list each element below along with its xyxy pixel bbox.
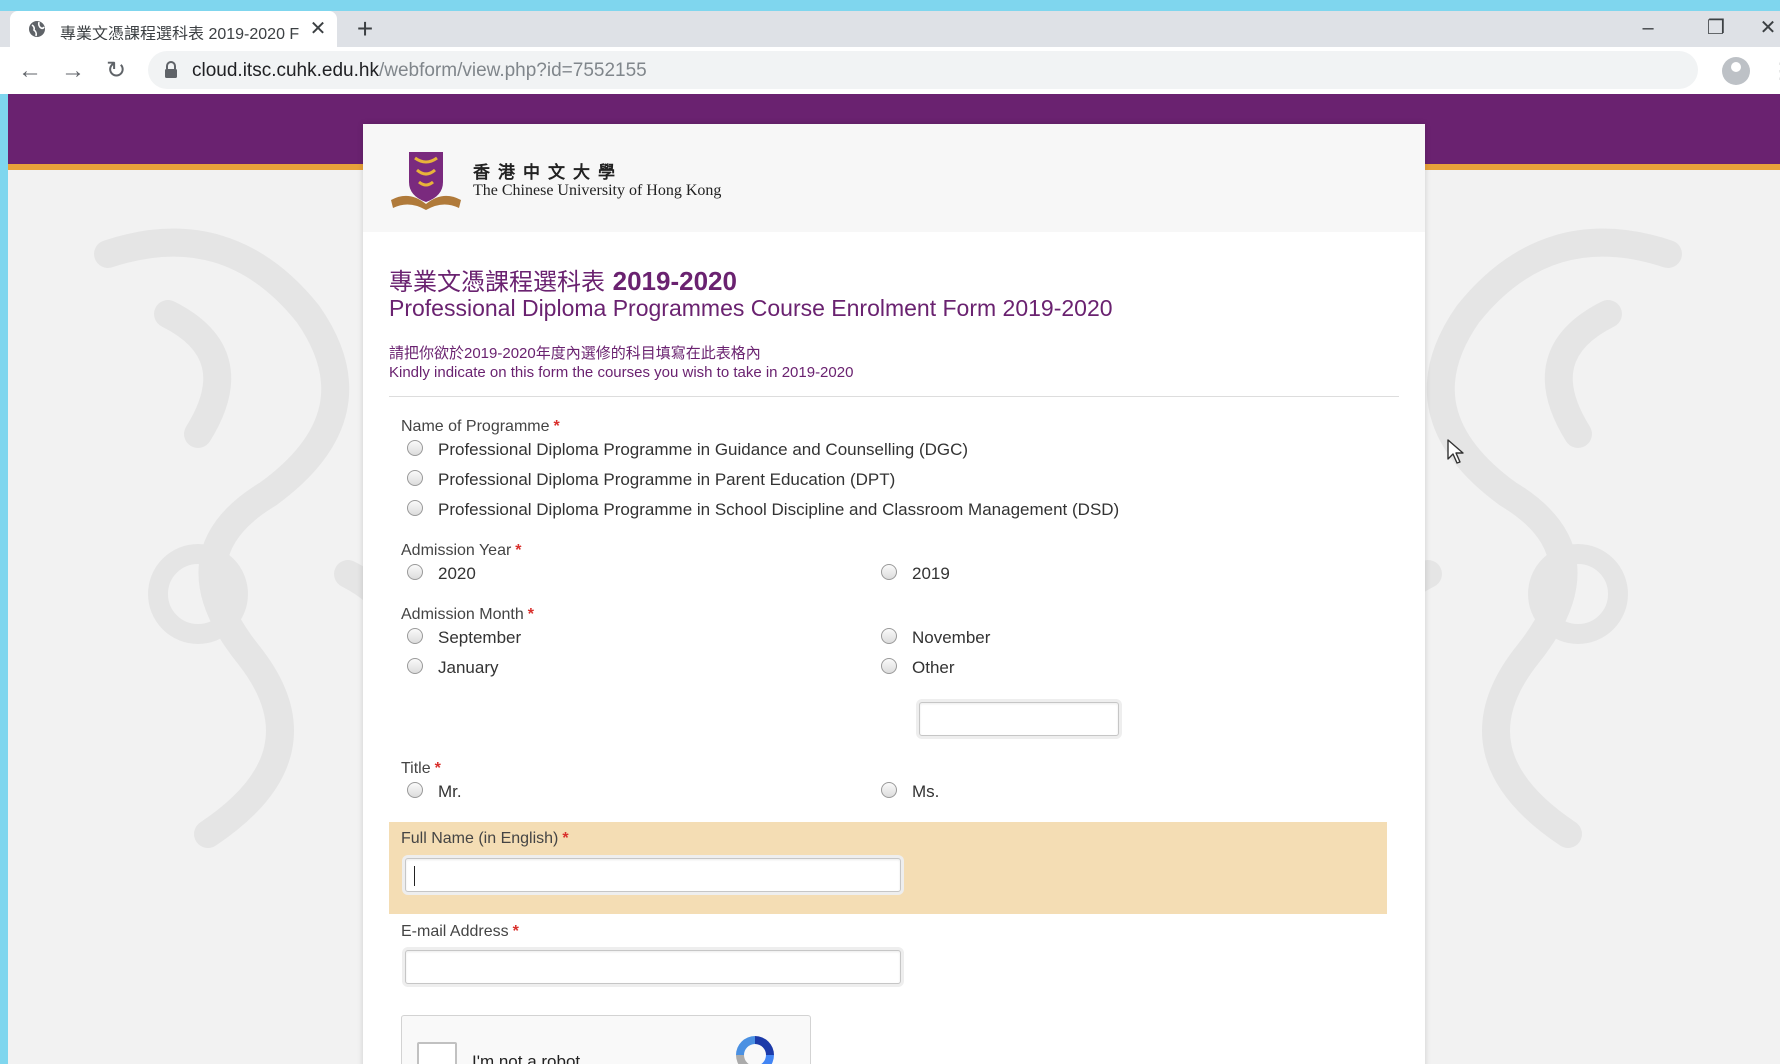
minimize-icon[interactable]: –	[1628, 13, 1668, 43]
lock-icon	[165, 61, 177, 78]
option-label: Professional Diploma Programme in Guidan…	[438, 440, 969, 459]
option-label: November	[912, 628, 991, 647]
full-name-label-text: Full Name (in English)	[401, 830, 559, 847]
cuhk-crest-icon	[391, 152, 461, 210]
admission-year-label-text: Admission Year	[401, 542, 512, 559]
profile-icon[interactable]	[1722, 57, 1750, 85]
university-name-en: The Chinese University of Hong Kong	[473, 182, 722, 199]
university-name-zh: 香港中文大學	[473, 163, 623, 183]
mouse-cursor-icon	[1447, 439, 1464, 464]
form-title-zh: 專業文憑課程選科表 2019-2020	[389, 262, 737, 297]
option-label: 2020	[438, 564, 476, 583]
radio-button[interactable]	[407, 782, 423, 798]
form-title-year: 2019-2020	[612, 266, 737, 296]
email-label-text: E-mail Address	[401, 923, 509, 940]
recaptcha-checkbox[interactable]	[417, 1042, 457, 1064]
tab-title: 專業文憑課程選科表 2019-2020 F	[60, 26, 300, 40]
radio-button[interactable]	[407, 658, 423, 674]
radio-button[interactable]	[881, 628, 897, 644]
title-option-ms[interactable]: Ms.	[881, 782, 939, 804]
new-tab-button[interactable]: +	[352, 15, 378, 43]
admission-month-label-text: Admission Month	[401, 606, 524, 623]
menu-icon[interactable]: ⋮	[1770, 57, 1780, 85]
month-option-other[interactable]: Other	[881, 658, 955, 680]
email-label: E-mail Address *	[401, 923, 519, 941]
year-option-2020[interactable]: 2020	[407, 564, 476, 586]
recaptcha-widget: I'm not a robot	[401, 1015, 811, 1064]
required-mark: *	[562, 830, 569, 847]
text-caret	[414, 866, 415, 886]
option-label: Other	[912, 658, 955, 677]
full-name-input[interactable]	[405, 858, 901, 892]
recaptcha-logo-icon	[736, 1036, 774, 1064]
url-path: /webform/view.php?id=7552155	[378, 60, 647, 81]
required-mark: *	[553, 418, 560, 435]
programme-option-dsd[interactable]: Professional Diploma Programme in School…	[407, 500, 1119, 522]
page-viewport: 香港中文大學 The Chinese University of Hong Ko…	[8, 94, 1780, 1064]
required-mark: *	[527, 606, 534, 623]
reload-icon[interactable]: ↻	[102, 57, 130, 85]
radio-button[interactable]	[881, 564, 897, 580]
globe-icon	[29, 21, 45, 37]
title-label-text: Title	[401, 760, 431, 777]
recaptcha-label: I'm not a robot	[472, 1052, 581, 1064]
month-other-input[interactable]	[919, 702, 1119, 736]
option-label: January	[438, 658, 499, 677]
programme-label-text: Name of Programme	[401, 418, 550, 435]
option-label: Professional Diploma Programme in Parent…	[438, 470, 896, 489]
programme-option-dpt[interactable]: Professional Diploma Programme in Parent…	[407, 470, 895, 492]
instruction-en: Kindly indicate on this form the courses…	[389, 364, 854, 381]
full-name-label: Full Name (in English) *	[401, 830, 569, 848]
radio-button[interactable]	[407, 500, 423, 516]
radio-button[interactable]	[881, 782, 897, 798]
form-card: 香港中文大學 The Chinese University of Hong Ko…	[363, 124, 1425, 1064]
browser-tab[interactable]: 專業文憑課程選科表 2019-2020 F ✕	[10, 11, 337, 47]
option-label: 2019	[912, 564, 950, 583]
admission-month-label: Admission Month *	[401, 606, 534, 624]
radio-button[interactable]	[407, 564, 423, 580]
browser-toolbar: ← → ↻ cloud.itsc.cuhk.edu.hk/webform/vie…	[0, 47, 1780, 94]
option-label: Professional Diploma Programme in School…	[438, 500, 1120, 519]
radio-button[interactable]	[407, 628, 423, 644]
radio-button[interactable]	[407, 440, 423, 456]
month-option-january[interactable]: January	[407, 658, 498, 680]
instruction-zh: 請把你欲於2019-2020年度內選修的科目填寫在此表格內	[389, 345, 761, 362]
title-label: Title *	[401, 760, 441, 778]
radio-button[interactable]	[881, 658, 897, 674]
forward-arrow-icon[interactable]: →	[59, 57, 87, 85]
restore-icon[interactable]: ❐	[1696, 13, 1736, 43]
required-mark: *	[512, 923, 519, 940]
radio-button[interactable]	[407, 470, 423, 486]
programme-label: Name of Programme *	[401, 418, 560, 436]
form-title-en: Professional Diploma Programmes Course E…	[389, 295, 1113, 321]
required-mark: *	[434, 760, 441, 777]
window-close-icon[interactable]: ✕	[1756, 13, 1780, 43]
month-option-september[interactable]: September	[407, 628, 521, 650]
month-option-november[interactable]: November	[881, 628, 990, 650]
university-header: 香港中文大學 The Chinese University of Hong Ko…	[363, 124, 1425, 232]
tab-strip: 專業文憑課程選科表 2019-2020 F ✕ + – ❐ ✕	[0, 11, 1780, 47]
email-input[interactable]	[405, 950, 901, 984]
back-arrow-icon[interactable]: ←	[16, 57, 44, 85]
year-option-2019[interactable]: 2019	[881, 564, 950, 586]
address-bar[interactable]: cloud.itsc.cuhk.edu.hk/webform/view.php?…	[148, 51, 1698, 89]
section-divider	[389, 396, 1399, 397]
admission-year-label: Admission Year *	[401, 542, 522, 560]
programme-option-dgc[interactable]: Professional Diploma Programme in Guidan…	[407, 440, 968, 462]
form-title-zh-text: 專業文憑課程選科表	[389, 268, 605, 296]
option-label: Mr.	[438, 782, 462, 801]
url-text: cloud.itsc.cuhk.edu.hk/webform/view.php?…	[192, 60, 647, 82]
title-option-mr[interactable]: Mr.	[407, 782, 462, 804]
url-domain: cloud.itsc.cuhk.edu.hk	[192, 60, 379, 81]
option-label: September	[438, 628, 522, 647]
close-icon[interactable]: ✕	[306, 17, 330, 41]
required-mark: *	[515, 542, 522, 559]
option-label: Ms.	[912, 782, 940, 801]
